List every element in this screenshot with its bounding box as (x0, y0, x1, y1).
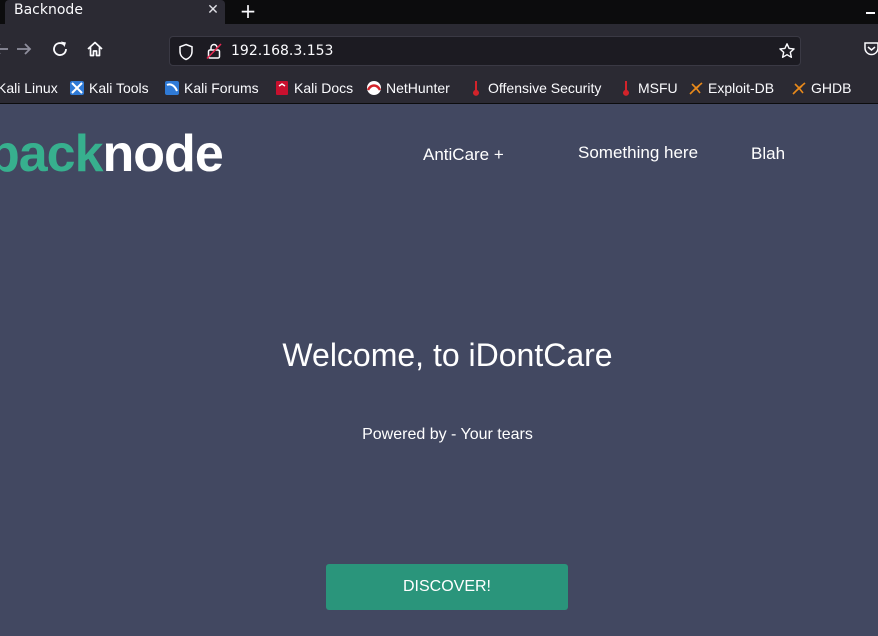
bookmark-label: Kali Docs (294, 80, 354, 96)
kali-tools-icon (69, 80, 85, 96)
kali-forums-icon (164, 80, 180, 96)
nav-link-something-here[interactable]: Something here (578, 143, 698, 163)
bookmark-label: Kali Tools (89, 80, 149, 96)
bookmark-offensive-security[interactable]: Offensive Security (468, 78, 601, 98)
navigation-toolbar: 192.168.3.153 (0, 24, 878, 73)
bookmark-kali-linux[interactable]: Kali Linux (0, 78, 58, 98)
new-tab-button[interactable]: + (238, 0, 258, 22)
bookmark-ghdb[interactable]: GHDB (791, 78, 851, 98)
bookmark-label: Kali Forums (184, 80, 259, 96)
hero-subtitle: Powered by - Your tears (362, 426, 533, 443)
msfu-icon (618, 80, 634, 96)
address-bar[interactable]: 192.168.3.153 (169, 36, 801, 66)
nethunter-icon (366, 80, 382, 96)
bookmark-label: GHDB (811, 80, 852, 96)
bookmark-exploit-db[interactable]: Exploit-DB (688, 78, 774, 98)
tab-strip: Backnode ✕ + (0, 0, 878, 24)
nav-link-blah[interactable]: Blah (751, 144, 785, 164)
bookmark-kali-forums[interactable]: Kali Forums (164, 78, 259, 98)
tab-title: Backnode (14, 2, 83, 18)
discover-button[interactable]: DISCOVER! (326, 564, 568, 610)
close-tab-icon[interactable]: ✕ (206, 2, 220, 18)
offsec-icon (468, 80, 484, 96)
bookmark-label: Exploit-DB (708, 80, 775, 96)
hero-title: Welcome, to iDontCare (282, 337, 613, 373)
bookmark-msfu[interactable]: MSFU (618, 78, 678, 98)
bookmark-kali-docs[interactable]: Kali Docs (274, 78, 353, 98)
page-content: backnode AntiCare + Something here Blah … (0, 104, 878, 636)
lock-icon[interactable] (206, 42, 222, 64)
exploitdb-icon (688, 80, 704, 96)
forward-arrow-icon[interactable] (13, 38, 35, 60)
kali-docs-icon (274, 80, 290, 96)
pocket-icon[interactable] (864, 40, 878, 60)
ghdb-icon (791, 80, 807, 96)
logo-part-back: back (0, 125, 104, 183)
nav-link-anticare[interactable]: AntiCare + (423, 145, 504, 165)
bookmark-nethunter[interactable]: NetHunter (366, 78, 450, 98)
star-icon[interactable] (778, 42, 796, 64)
bookmarks-toolbar: Kali Linux Kali Tools Kali Forums Kali D… (0, 73, 878, 104)
back-arrow-icon[interactable] (0, 38, 12, 60)
site-logo[interactable]: backnode (0, 124, 224, 184)
reload-icon[interactable] (49, 38, 71, 60)
minimize-window-icon[interactable] (866, 12, 875, 14)
browser-tab[interactable]: Backnode ✕ (5, 0, 225, 24)
shield-icon[interactable] (178, 43, 194, 65)
bookmark-label: NetHunter (386, 80, 450, 96)
bookmark-label: Offensive Security (488, 80, 602, 96)
url-text[interactable]: 192.168.3.153 (231, 43, 333, 59)
bookmark-label: Kali Linux (0, 80, 58, 96)
logo-part-node: node (102, 125, 224, 183)
bookmark-kali-tools[interactable]: Kali Tools (69, 78, 149, 98)
bookmark-label: MSFU (638, 80, 678, 96)
home-icon[interactable] (84, 38, 106, 60)
